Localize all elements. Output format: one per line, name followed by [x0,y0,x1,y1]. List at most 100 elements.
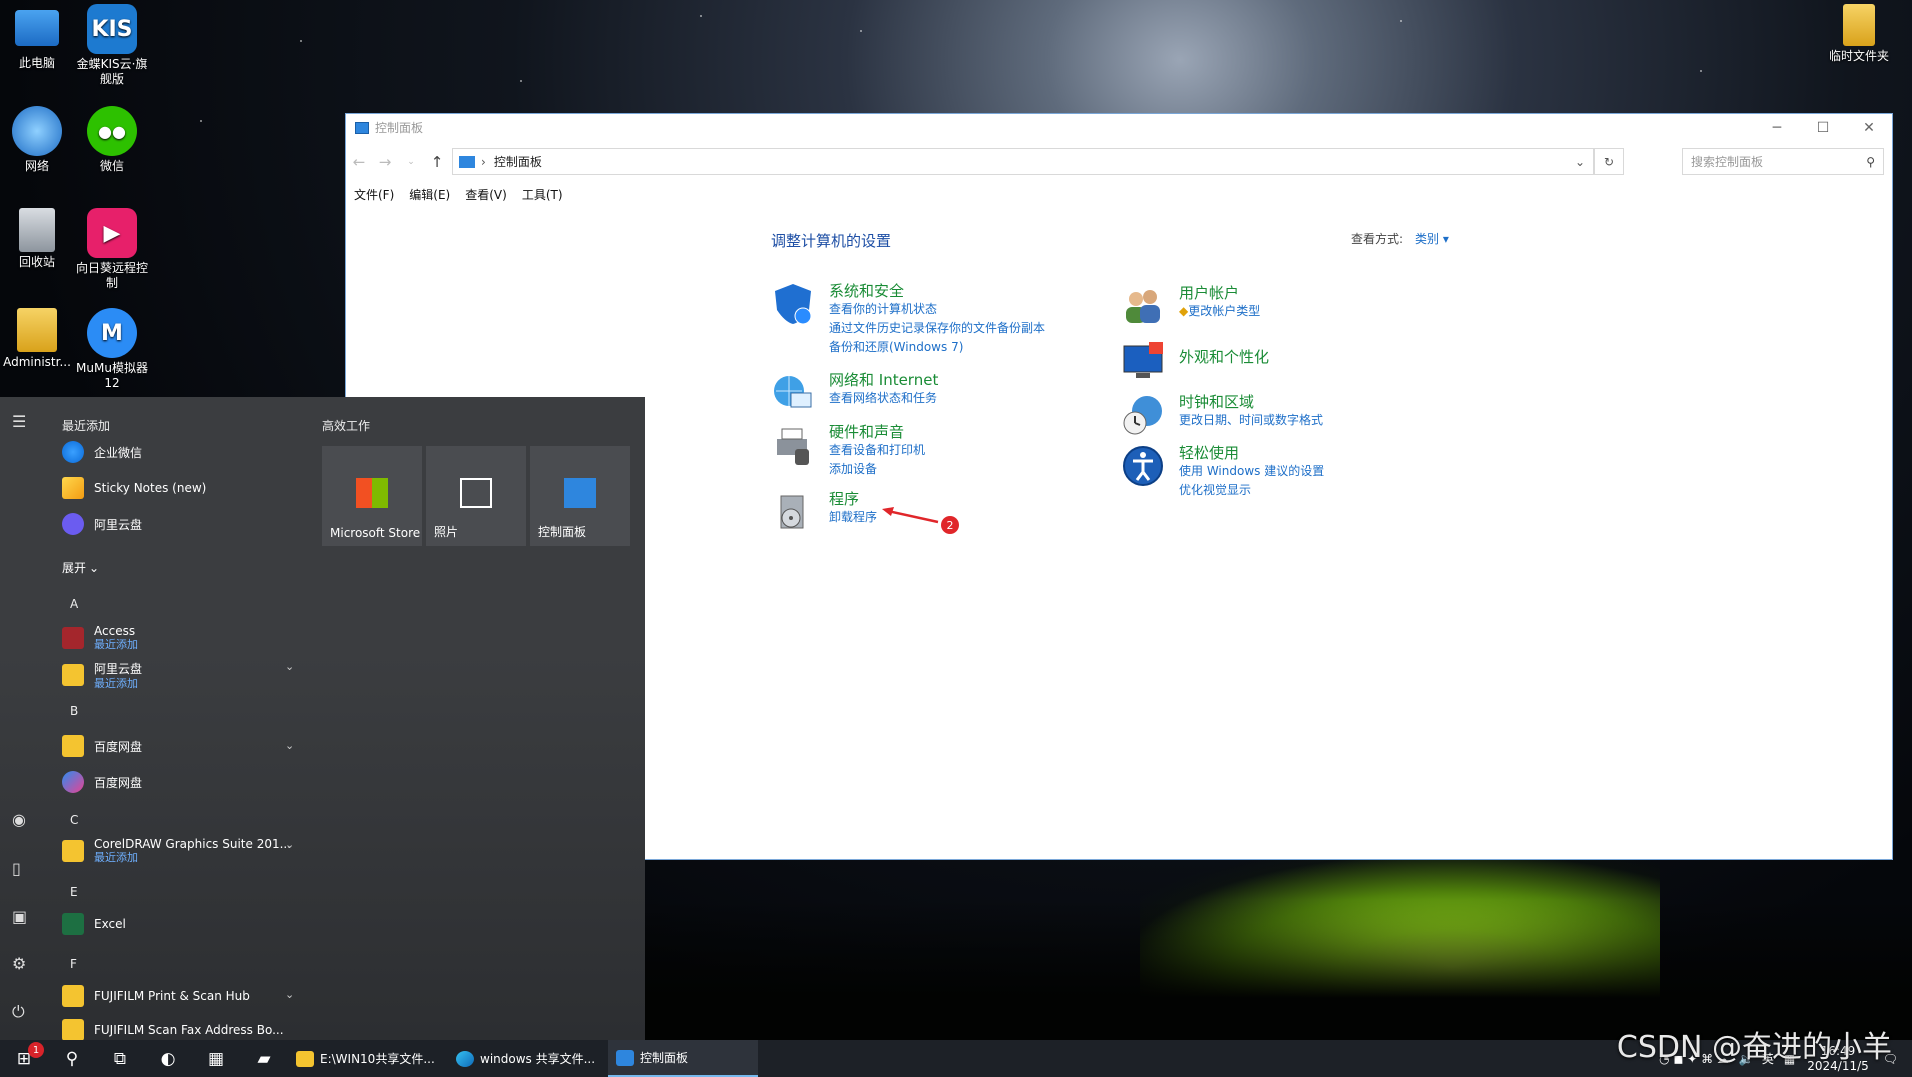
hamburger-menu-icon[interactable]: ☰ [12,412,26,431]
desktop-icon-administrator[interactable]: Administr... [0,308,74,370]
taskbar-app-explorer[interactable]: E:\WIN10共享文件... [288,1040,448,1077]
window-titlebar[interactable]: 控制面板 [346,114,1892,141]
taskbar-app-edge[interactable]: windows 共享文件... [448,1040,608,1077]
category-title[interactable]: 系统和安全 [829,282,1045,300]
group-letter[interactable]: A [70,597,78,611]
desktop-icon-temp-folder[interactable]: 临时文件夹 [1822,4,1896,64]
desktop-icon-sunlogin[interactable]: ▶ 向日葵远程控制 [75,208,149,291]
globe-network-icon [774,376,812,408]
category-title[interactable]: 外观和个性化 [1179,348,1269,366]
list-item[interactable]: 百度网盘 [62,771,142,793]
category-link[interactable]: 查看设备和打印机 [829,441,925,460]
desktop-icon-wechat[interactable]: ●● 微信 [75,106,149,174]
address-bar[interactable]: › 控制面板 ⌄ [452,148,1594,175]
category-link[interactable]: 添加设备 [829,460,925,479]
list-item[interactable]: 阿里云盘 最近添加 [62,660,142,690]
list-item[interactable]: 百度网盘 [62,735,142,757]
pictures-icon[interactable]: ▣ [12,907,27,926]
window-title: 控制面板 [375,121,424,135]
users-icon [1126,290,1160,323]
power-icon[interactable]: ⏻ [12,1002,25,1022]
chevron-down-icon[interactable]: ▾ [1439,232,1449,246]
list-item[interactable]: Access 最近添加 [62,624,138,651]
monitor-icon [1123,342,1163,378]
group-letter[interactable]: C [70,813,78,827]
forward-button[interactable]: → [372,153,398,171]
tile-control-panel[interactable]: 控制面板 [530,446,630,546]
search-icon[interactable]: ⚲ [48,1040,96,1077]
category-title[interactable]: 程序 [829,490,877,508]
desktop-icon-computer[interactable]: 此电脑 [0,4,74,71]
desktop-icon-mumu[interactable]: M MuMu模拟器12 [75,308,149,391]
start-button[interactable]: ⊞ 1 [0,1040,48,1077]
printer-icon [777,428,809,465]
category-link[interactable]: 查看网络状态和任务 [829,389,938,408]
breadcrumb[interactable]: 控制面板 [494,153,542,170]
category-title[interactable]: 网络和 Internet [829,371,938,389]
calculator-icon[interactable]: ▦ [192,1040,240,1077]
view-by-dropdown[interactable]: 类别 [1415,232,1439,246]
category-title[interactable]: 轻松使用 [1179,444,1324,462]
category-link[interactable]: 通过文件历史记录保存你的文件备份副本 [829,319,1045,338]
list-item[interactable]: Excel [62,913,126,935]
folder-icon [62,735,84,757]
menu-tools[interactable]: 工具(T) [522,186,563,206]
chevron-down-icon[interactable]: ⌄ [285,838,294,851]
desktop-icon-network[interactable]: 网络 [0,106,74,174]
settings-gear-icon[interactable]: ⚙ [12,954,26,973]
close-button[interactable]: ✕ [1846,114,1892,141]
task-view-icon[interactable]: ⧉ [96,1040,144,1077]
computer-icon [15,10,59,46]
category-link[interactable]: 备份和还原(Windows 7) [829,338,1045,357]
group-letter[interactable]: F [70,957,77,971]
desktop-icon-recycle-bin[interactable]: 回收站 [0,208,74,270]
baidu-netdisk-icon [62,771,84,793]
up-button[interactable]: ↑ [424,153,450,171]
minimize-button[interactable]: ─ [1754,114,1800,141]
list-item[interactable]: 企业微信 [62,441,142,463]
search-input[interactable]: 搜索控制面板 ⚲ [1682,148,1884,175]
category-hardware-sound: 硬件和声音 查看设备和打印机 添加设备 [771,423,925,479]
category-ease-of-access: 轻松使用 使用 Windows 建议的设置 优化视觉显示 [1121,444,1324,500]
group-letter[interactable]: E [70,885,78,899]
browser-icon[interactable]: ◐ [144,1040,192,1077]
list-item[interactable]: CorelDRAW Graphics Suite 201... 最近添加 [62,837,291,864]
category-title[interactable]: 时钟和区域 [1179,393,1323,411]
user-icon[interactable]: ◉ [12,810,26,829]
chevron-down-icon[interactable]: ⌄ [285,988,294,1001]
back-button[interactable]: ← [346,153,372,171]
menu-file[interactable]: 文件(F) [354,186,394,206]
category-title[interactable]: 用户帐户 [1179,284,1260,302]
category-link[interactable]: 优化视觉显示 [1179,481,1324,500]
chevron-down-icon[interactable]: ⌄ [1575,155,1585,169]
maximize-button[interactable]: ☐ [1800,114,1846,141]
notes-icon[interactable]: ▰ [240,1040,288,1077]
category-link[interactable]: 查看你的计算机状态 [829,300,1045,319]
mumu-icon: M [87,308,137,358]
notification-badge: 1 [28,1042,44,1058]
sunlogin-icon: ▶ [87,208,137,258]
chevron-down-icon[interactable]: ⌄ [285,660,294,673]
list-item[interactable]: 阿里云盘 [62,513,142,535]
list-item[interactable]: FUJIFILM Print & Scan Hub [62,985,250,1007]
group-letter[interactable]: B [70,704,78,718]
tile-photos[interactable]: 照片 [426,446,526,546]
recent-locations-button[interactable]: ⌄ [398,157,424,167]
taskbar-app-control-panel[interactable]: 控制面板 [608,1040,758,1077]
list-item[interactable]: FUJIFILM Scan Fax Address Bo... [62,1019,284,1041]
category-link[interactable]: 卸载程序 [829,508,877,527]
expand-button[interactable]: 展开 ⌄ [62,559,99,576]
refresh-button[interactable]: ↻ [1594,148,1624,175]
category-link[interactable]: 更改日期、时间或数字格式 [1179,411,1323,430]
tile-microsoft-store[interactable]: Microsoft Store [322,446,422,546]
documents-icon[interactable]: ▯ [12,859,21,878]
category-link[interactable]: ◆更改帐户类型 [1179,302,1260,321]
menu-edit[interactable]: 编辑(E) [409,186,450,206]
category-title[interactable]: 硬件和声音 [829,423,925,441]
list-item[interactable]: Sticky Notes (new) [62,477,206,499]
desktop-icon-kis[interactable]: KIS 金蝶KIS云·旗舰版 [75,4,149,87]
chevron-down-icon[interactable]: ⌄ [285,739,294,752]
category-user-accounts: 用户帐户 ◆更改帐户类型 [1121,284,1260,328]
menu-view[interactable]: 查看(V) [465,186,507,206]
category-link[interactable]: 使用 Windows 建议的设置 [1179,462,1324,481]
